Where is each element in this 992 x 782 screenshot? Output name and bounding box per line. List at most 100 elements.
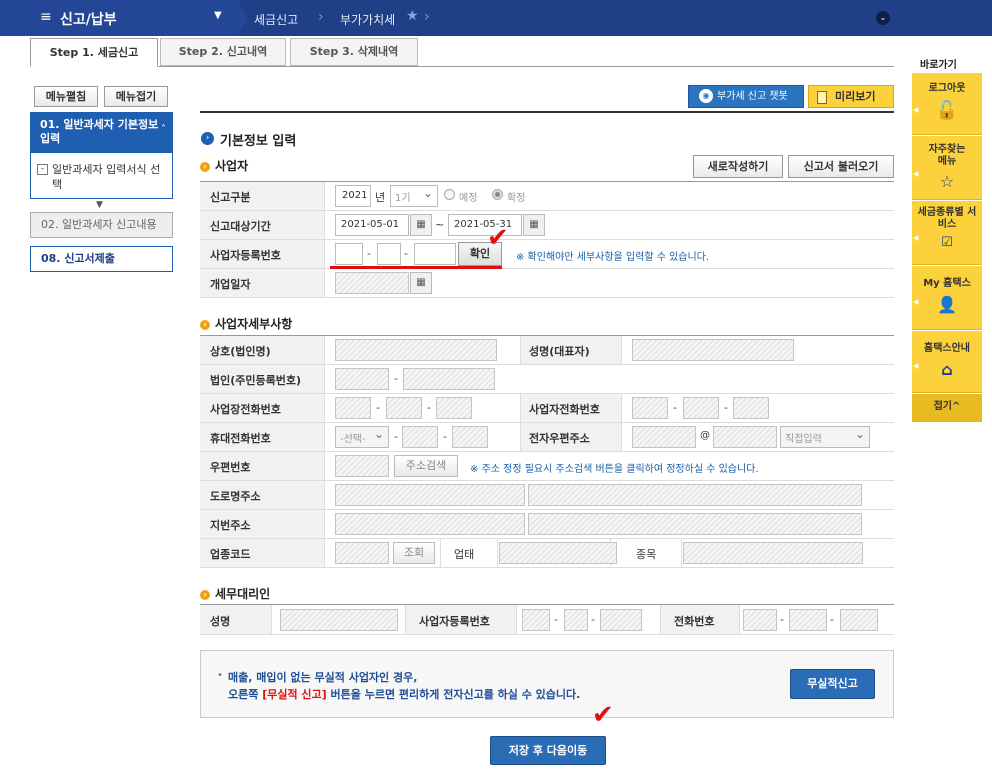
save-next-button[interactable]: 저장 후 다음이동 <box>490 736 606 765</box>
sidebar-item-submit[interactable]: 08. 신고서제출 <box>30 246 173 272</box>
dash: - <box>830 613 834 626</box>
tab-step3[interactable]: Step 3. 삭제내역 <box>290 38 418 66</box>
sidebar-subitem-form-select[interactable]: 일반과세자 입력서식 선택 <box>52 162 170 192</box>
notice-line1: 매출, 매입이 없는 무실적 사업자인 경우, <box>228 671 418 684</box>
road-address-label: 도로명주소 <box>210 490 261 503</box>
quick-tax-service[interactable]: 세금종류별 서비스 ☑ <box>912 201 982 265</box>
jibun-address-label: 지번주소 <box>210 519 251 532</box>
mobile-input-3[interactable] <box>452 426 488 448</box>
industry-lookup-button[interactable]: 조회 <box>393 542 435 564</box>
business-item-input[interactable] <box>683 542 863 564</box>
sidebar-item-basic-info-label: 01. 일반과세자 기본정보 입력 <box>40 118 159 145</box>
quick-fold-button[interactable]: 접기^ <box>912 394 982 422</box>
quick-faq-menu[interactable]: 자주찾는 메뉴 ☆ <box>912 136 982 200</box>
sidebar-item-basic-info[interactable]: 01. 일반과세자 기본정보 입력 ˄ <box>30 112 173 153</box>
breadcrumb-vat[interactable]: 부가가치세 <box>340 11 395 28</box>
period-select[interactable]: 1기 <box>390 185 438 207</box>
bizno-label: 사업자등록번호 <box>210 249 281 262</box>
agent-name-input[interactable] <box>280 609 398 631</box>
agent-tel-input-1[interactable] <box>743 609 777 631</box>
menu-expand-button[interactable]: 메뉴펼침 <box>34 86 98 107</box>
jibun-address-input-2[interactable] <box>528 513 862 535</box>
sidebar-item-report-content-label: 02. 일반과세자 신고내용 <box>41 218 157 231</box>
breadcrumb-sep1 <box>238 0 248 36</box>
agent-bizno-input-3[interactable] <box>600 609 642 631</box>
tel-input-3[interactable] <box>436 397 472 419</box>
tel-input-1[interactable] <box>335 397 371 419</box>
nav-collapse-icon[interactable]: ⌄ <box>876 11 890 25</box>
bizno-part2-input[interactable] <box>377 243 401 265</box>
dash: - <box>394 430 398 443</box>
zip-label: 우편번호 <box>210 461 251 474</box>
menu-button[interactable]: ≡ 신고/납부 ▼ <box>0 0 238 36</box>
agent-bizno-input-1[interactable] <box>522 609 550 631</box>
zip-input[interactable] <box>335 455 389 477</box>
menu-collapse-button[interactable]: 메뉴접기 <box>104 86 168 107</box>
tel-input-2[interactable] <box>386 397 422 419</box>
bizno-part3-input[interactable] <box>414 243 456 265</box>
date-from-input[interactable]: 2021-05-01 <box>335 214 409 236</box>
calendar-icon[interactable]: ▦ <box>410 214 432 236</box>
road-address-input-2[interactable] <box>528 484 862 506</box>
mobile-input-2[interactable] <box>402 426 438 448</box>
quick-my-hometax[interactable]: My 홈택스 👤 <box>912 266 982 330</box>
load-report-button[interactable]: 신고서 불러오기 <box>788 155 894 178</box>
biztel-input-1[interactable] <box>632 397 668 419</box>
agent-tel-input-3[interactable] <box>840 609 878 631</box>
radio-confirmed[interactable] <box>492 189 503 200</box>
agent-tel-input-2[interactable] <box>789 609 827 631</box>
dash: - <box>780 613 784 626</box>
tab-step2[interactable]: Step 2. 신고내역 <box>160 38 286 66</box>
quick-my-hometax-label: My 홈택스 <box>923 278 971 289</box>
name-input[interactable] <box>335 339 497 361</box>
address-search-button[interactable]: 주소검색 <box>394 455 458 477</box>
radio-preliminary-label: 예정 <box>459 193 478 204</box>
business-type-input[interactable] <box>499 542 617 564</box>
tab-step1-label: Step 1. 세금신고 <box>49 46 139 59</box>
industry-code-input[interactable] <box>335 542 389 564</box>
email-id-input[interactable] <box>632 426 696 448</box>
bizno-part1-input[interactable] <box>335 243 363 265</box>
content-divider <box>200 111 894 113</box>
checkbox-icon[interactable]: - <box>37 164 48 175</box>
dash: - <box>367 247 371 260</box>
email-domain-input[interactable] <box>713 426 777 448</box>
corp-input-1[interactable] <box>335 368 389 390</box>
jibun-address-input-1[interactable] <box>335 513 525 535</box>
open-date-input[interactable] <box>335 272 409 294</box>
quick-left-arrow-icon: ◀ <box>913 298 919 306</box>
new-report-button[interactable]: 새로작성하기 <box>693 155 783 178</box>
email-domain-select[interactable]: 직접입력 <box>780 426 870 448</box>
biztel-input-3[interactable] <box>733 397 769 419</box>
open-date-row <box>200 269 894 298</box>
date-tilde: ~ <box>435 218 445 231</box>
calendar-icon-3[interactable]: ▦ <box>410 272 432 294</box>
notice-line2-c: 버튼을 누르면 편리하게 전자신고를 하실 수 있습니다. <box>330 688 581 701</box>
preview-button[interactable]: 미리보기 <box>808 85 894 108</box>
breadcrumb-tax-report[interactable]: 세금신고 <box>254 11 298 28</box>
period-select-value: 1기 <box>395 193 411 204</box>
radio-preliminary[interactable] <box>444 189 455 200</box>
chatbot-button[interactable]: ◉ 부가세 신고 챗봇 <box>688 85 804 108</box>
corp-input-2[interactable] <box>403 368 495 390</box>
sidebar-item-report-content[interactable]: 02. 일반과세자 신고내용 <box>30 212 173 238</box>
no-sales-report-button[interactable]: 무실적신고 <box>790 669 875 699</box>
rep-input[interactable] <box>632 339 794 361</box>
calendar-icon-2[interactable]: ▦ <box>523 214 545 236</box>
road-address-input-1[interactable] <box>335 484 525 506</box>
mobile-prefix-select[interactable]: -선택- <box>335 426 389 448</box>
dash: - <box>673 401 677 414</box>
biztel-input-2[interactable] <box>683 397 719 419</box>
quick-logout[interactable]: 로그아웃 🔓 <box>912 73 982 135</box>
favorite-star-icon[interactable]: ★ <box>406 8 419 24</box>
quick-hometax-guide[interactable]: 홈택스안내 ⌂ <box>912 331 982 393</box>
agent-bizno-input-2[interactable] <box>564 609 588 631</box>
tab-step1[interactable]: Step 1. 세금신고 <box>30 38 158 67</box>
date-to-input[interactable]: 2021-05-31 <box>448 214 522 236</box>
email-label: 전자우편주소 <box>529 432 590 445</box>
tel-label: 사업장전화번호 <box>210 403 281 416</box>
breadcrumb-chevron: › <box>318 9 324 25</box>
notice-bullet: • <box>217 670 223 681</box>
year-input[interactable]: 2021 <box>335 185 371 207</box>
checkmark-icon-save: ✔ <box>592 700 614 730</box>
